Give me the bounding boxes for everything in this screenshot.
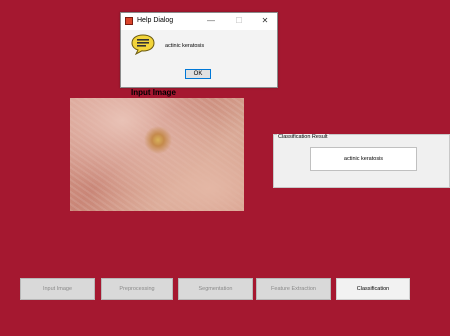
classification-result-panel: Classification Result actinic keratosis: [273, 134, 450, 188]
close-button[interactable]: ✕: [257, 15, 273, 27]
input-image-button[interactable]: Input Image: [20, 278, 95, 300]
minimize-button[interactable]: —: [203, 15, 219, 27]
classification-result-field: actinic keratosis: [310, 147, 417, 171]
preprocessing-button[interactable]: Preprocessing: [101, 278, 173, 300]
feature-extraction-button[interactable]: Feature Extraction: [256, 278, 331, 300]
input-image: [70, 98, 244, 211]
matlab-icon: [125, 17, 133, 25]
classification-result-title: Classification Result: [277, 134, 329, 140]
dialog-titlebar[interactable]: Help Dialog — ☐ ✕: [121, 13, 277, 30]
segmentation-button[interactable]: Segmentation: [178, 278, 253, 300]
ok-button[interactable]: OK: [185, 69, 211, 79]
dialog-message: actinic keratosis: [165, 43, 205, 49]
classification-button[interactable]: Classification: [336, 278, 410, 300]
maximize-button[interactable]: ☐: [231, 15, 247, 27]
dialog-title: Help Dialog: [137, 17, 174, 24]
help-speech-bubble-icon: [131, 34, 155, 55]
input-image-label: Input Image: [131, 88, 176, 97]
help-dialog: Help Dialog — ☐ ✕ actinic keratosis OK: [120, 12, 278, 88]
